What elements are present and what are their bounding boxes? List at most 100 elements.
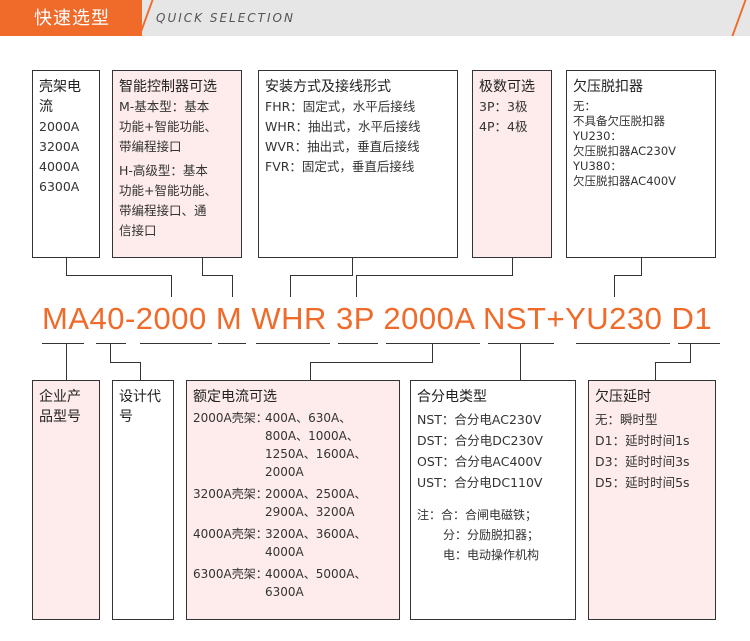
undervoltage-line: YU230： [573,129,622,143]
closing-type-line: DST：合分电DC230V [417,433,543,448]
installation-title: 安装方式及接线形式 [265,79,391,95]
undervoltage-line: 无： [573,99,596,113]
delay-line: D5：延时时间5s [595,475,690,490]
installation-box: 安装方式及接线形式 FHR：固定式，水平后接线 WHR：抽出式，水平后接线 WV… [258,70,458,258]
delay-line: D1：延时时间1s [595,433,690,448]
rated-row-key: 6300A壳架： [193,567,268,581]
frame-current-item: 3200A [39,139,80,154]
header-slash-right [731,0,747,36]
undervoltage-title: 欠压脱扣器 [573,79,643,95]
installation-line: FHR：固定式，水平后接线 [265,99,416,114]
closing-type-line: OST：合分电AC400V [417,454,542,469]
undervoltage-delay-title: 欠压延时 [595,389,651,405]
closing-type-title: 合分电类型 [417,389,487,405]
rated-current-title: 额定电流可选 [193,389,277,405]
controller-box: 智能控制器可选 M-基本型：基本 功能+智能功能、 带编程接口 H-高级型：基本… [112,70,242,258]
connector [202,275,232,276]
connector [641,258,642,276]
delay-line: 无：瞬时型 [595,412,658,427]
frame-current-item: 4000A [39,159,80,174]
company-model-title: 企业产品型号 [39,389,81,425]
closing-note: 电：电动操作机构 [443,548,540,562]
poles-line: 4P：4极 [479,119,528,134]
frame-current-item: 2000A [39,119,80,134]
rated-row-values: 4000A、5000A、6300A [265,567,367,599]
connector [512,258,513,276]
connector [655,362,656,380]
frame-current-box: 壳架电流 2000A 3200A 4000A 6300A [32,70,100,258]
segment-underline [140,343,212,344]
connector [655,362,691,363]
controller-line: M-基本型：基本 [119,99,210,114]
installation-line: WHR：抽出式，水平后接线 [265,119,421,134]
connector [290,275,291,297]
undervoltage-line: 欠压脱扣器AC230V [573,144,677,158]
controller-line: 带编程接口、通 [119,203,207,218]
rated-row-values: 3200A、3600A、4000A [265,527,367,559]
poles-title: 极数可选 [479,79,535,95]
connector [352,258,353,276]
undervoltage-delay-box: 欠压延时 无：瞬时型 D1：延时时间1s D3：延时时间3s D5：延时时间5s [588,380,716,620]
segment-underline [42,343,84,344]
connector [290,275,353,276]
controller-line: 信接口 [119,223,157,238]
closing-note: 注：合：合闸电磁铁； [417,508,538,522]
undervoltage-line: YU380： [573,159,622,173]
rated-row: 2000A壳架： 400A、630A、800A、1000A、1250A、1600… [193,409,393,481]
connector [202,258,203,276]
segment-underline [386,343,480,344]
rated-row-key: 3200A壳架： [193,487,268,501]
controller-line: 带编程接口 [119,139,182,154]
segment-underline [218,343,246,344]
connector [356,275,513,276]
rated-current-box: 额定电流可选 2000A壳架： 400A、630A、800A、1000A、125… [186,380,400,620]
segment-underline [488,343,554,344]
model-code: MA40-2000 M WHR 3P 2000A NST+YU230 D1 [42,301,713,336]
company-model-box: 企业产品型号 [32,380,100,620]
rated-row: 4000A壳架： 3200A、3600A、4000A [193,525,393,561]
design-code-title: 设计代号 [119,389,161,425]
controller-line: H-高级型：基本 [119,163,208,178]
poles-box: 极数可选 3P：3极 4P：4极 [472,70,552,258]
frame-current-title: 壳架电流 [39,79,81,115]
rated-row-values: 400A、630A、800A、1000A、1250A、1600A、2000A [265,411,367,479]
design-code-box: 设计代号 [112,380,174,620]
undervoltage-line: 不具备欠压脱扣器 [573,114,665,128]
rated-row: 3200A壳架： 2000A、2500A、2900A、3200A [193,485,393,521]
delay-line: D3：延时时间3s [595,454,690,469]
segment-underline [338,343,378,344]
rated-row-key: 4000A壳架： [193,527,268,541]
undervoltage-line: 欠压脱扣器AC400V [573,174,677,188]
poles-line: 3P：3极 [479,99,528,114]
frame-current-item: 6300A [39,179,80,194]
header-title: 快速选型 [34,8,110,29]
connector [66,362,67,380]
controller-line: 功能+智能功能、 [119,183,217,198]
connector [356,275,357,297]
connector [110,362,140,363]
closing-type-line: NST：合分电AC230V [417,412,542,427]
connector [614,275,615,297]
rated-row: 6300A壳架： 4000A、5000A、6300A [193,565,393,601]
segment-underline [96,343,126,344]
connector [690,343,691,363]
connector [232,275,233,297]
connector [66,343,67,363]
rated-row-values: 2000A、2500A、2900A、3200A [265,487,367,519]
connector [310,362,311,380]
rated-row-key: 2000A壳架： [193,411,268,425]
closing-type-box: 合分电类型 NST：合分电AC230V DST：合分电DC230V OST：合分… [410,380,576,620]
controller-title: 智能控制器可选 [119,79,217,95]
controller-line: 功能+智能功能、 [119,119,217,134]
segment-underline [678,343,720,344]
installation-line: FVR：固定式，垂直后接线 [265,159,415,174]
closing-note: 分：分励脱扣器； [443,528,540,542]
header-subtitle: QUICK SELECTION [156,11,295,25]
connector [614,275,642,276]
connector [110,343,111,363]
segment-underline [256,343,330,344]
connector [140,362,141,380]
connector [171,275,172,297]
installation-line: WVR：抽出式，垂直后接线 [265,139,420,154]
undervoltage-box: 欠压脱扣器 无： 不具备欠压脱扣器 YU230： 欠压脱扣器AC230V YU3… [566,70,716,258]
